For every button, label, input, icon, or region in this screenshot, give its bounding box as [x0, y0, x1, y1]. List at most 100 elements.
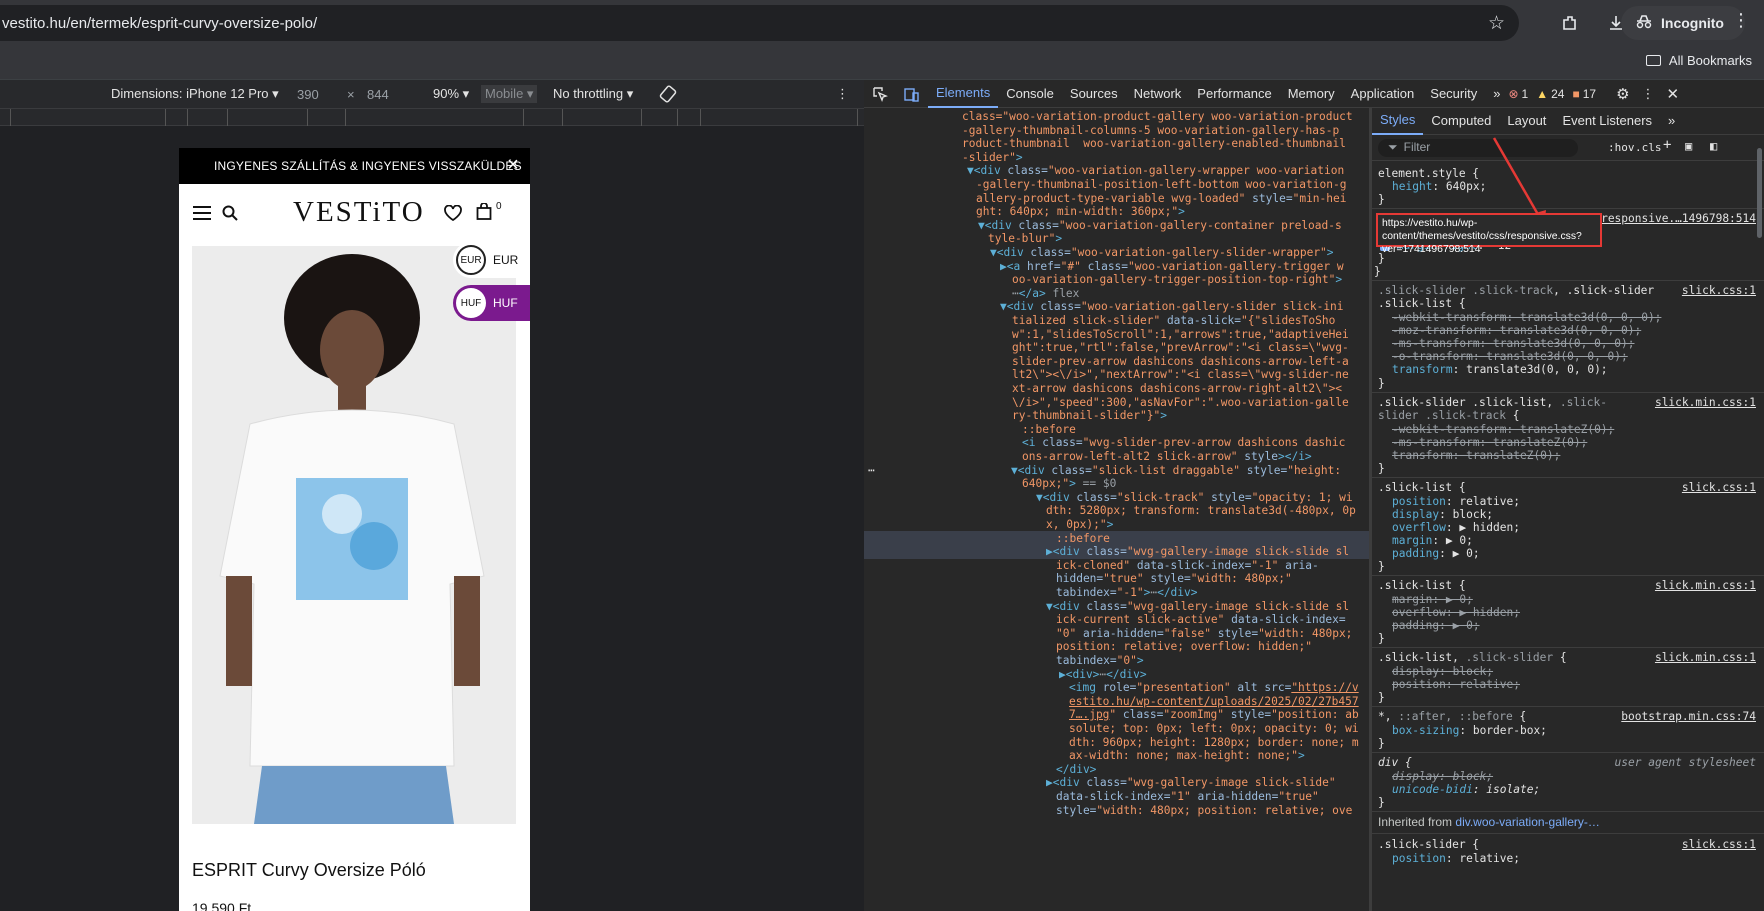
- issues-count[interactable]: ■ 17: [1572, 87, 1596, 101]
- css-declaration[interactable]: -webkit-transform: translate3d(0, 0, 0);: [1392, 311, 1661, 324]
- tab-console[interactable]: Console: [998, 80, 1062, 108]
- selected-node-ellipsis[interactable]: ⋯: [868, 464, 875, 478]
- dom-node-line[interactable]: roduct-thumbnail woo-variation-gallery-e…: [962, 137, 1346, 151]
- dom-node-line[interactable]: position: relative; overflow: hidden;": [1056, 640, 1312, 654]
- dom-node-line[interactable]: w":1,"slidesToScroll":1,"arrows":true,"a…: [1012, 328, 1349, 342]
- dom-node-line[interactable]: xt-arrow dashicons dashicons-arrow-right…: [1012, 382, 1342, 396]
- device-more-icon[interactable]: ⋮: [836, 86, 849, 102]
- height-input[interactable]: 844: [367, 87, 389, 102]
- more-styles-tabs-icon[interactable]: »: [1660, 108, 1683, 135]
- dom-node-line[interactable]: tabindex="0">: [1056, 654, 1144, 668]
- dom-node-line[interactable]: 640px;"> == $0: [1022, 477, 1116, 491]
- hov-toggle[interactable]: :hov: [1608, 141, 1635, 154]
- css-declaration[interactable]: transform: translateZ(0);: [1392, 449, 1560, 462]
- css-selector[interactable]: .slick-slider .slick-list, .slick-: [1378, 396, 1607, 409]
- dom-node-line[interactable]: oo-variation-gallery-trigger-position-to…: [1012, 273, 1342, 287]
- settings-gear-icon[interactable]: ⚙: [1616, 85, 1629, 103]
- dom-node-line[interactable]: ax-width: none; max-height: none;">: [1069, 749, 1305, 763]
- dom-node-line[interactable]: 7….jpg" class="zoomImg" style="position:…: [1069, 708, 1359, 722]
- dom-node-line[interactable]: <img role="presentation" alt src="https:…: [1069, 681, 1359, 695]
- extensions-icon[interactable]: [1557, 10, 1583, 36]
- css-selector[interactable]: .slick-slider .slick-track, .slick-slide…: [1378, 284, 1654, 297]
- css-declaration[interactable]: transform: translate3d(0, 0, 0);: [1392, 363, 1608, 376]
- currency-option-huf[interactable]: HUF HUF: [453, 285, 530, 321]
- dom-node-line[interactable]: class="woo-variation-product-gallery woo…: [962, 110, 1353, 124]
- dom-node-line[interactable]: <i class="wvg-slider-prev-arrow dashicon…: [1022, 436, 1345, 450]
- tab-memory[interactable]: Memory: [1280, 80, 1343, 108]
- dom-node-line[interactable]: ▼<div class="wvg-gallery-image slick-sli…: [1046, 600, 1349, 614]
- incognito-badge[interactable]: Incognito: [1621, 6, 1745, 40]
- dom-node-line[interactable]: ⋯</a> flex: [1012, 287, 1079, 301]
- css-declaration[interactable]: position: relative;: [1392, 495, 1520, 508]
- dom-node-line-selected[interactable]: ▼<div class="slick-list draggable" style…: [1011, 464, 1341, 478]
- css-selector[interactable]: .slick-list, .slick-slider {: [1378, 651, 1567, 664]
- dom-node-line[interactable]: solute; top: 0px; left: 0px; opacity: 0;…: [1069, 722, 1359, 736]
- dom-node-line[interactable]: slider-prev-arrow dashicons dashicons-ar…: [1012, 355, 1349, 369]
- dom-node-line[interactable]: \/i>","speed":300,"asNavFor":".woo-varia…: [1012, 396, 1349, 410]
- browser-menu-icon[interactable]: ⋮: [1732, 10, 1750, 31]
- new-rule-icon[interactable]: +: [1663, 138, 1671, 152]
- dom-node-line[interactable]: ght":true,"rtl":false,"prevArrow":"<i cl…: [1012, 341, 1349, 355]
- dom-node-line[interactable]: estito.hu/wp-content/uploads/2025/02/27b…: [1069, 695, 1359, 709]
- all-bookmarks-button[interactable]: All Bookmarks: [1645, 53, 1752, 68]
- inherited-selector[interactable]: div.woo-variation-gallery-…: [1455, 815, 1600, 829]
- source-link-bootstrap[interactable]: bootstrap.min.css:74: [1621, 710, 1756, 723]
- dom-node-line[interactable]: -gallery-thumbnail-columns-5 woo-variati…: [962, 124, 1339, 138]
- rotate-icon[interactable]: [659, 85, 677, 106]
- dom-node-line[interactable]: ick-cloned" data-slick-index="-1" aria-: [1056, 559, 1319, 573]
- dom-node-line[interactable]: ▶<div class="wvg-gallery-image slick-sli…: [1046, 545, 1349, 559]
- media-query-ruler[interactable]: [0, 108, 864, 126]
- cart-icon[interactable]: [476, 202, 492, 224]
- css-declaration[interactable]: overflow: ▶ hidden;: [1392, 606, 1520, 619]
- dom-node-line[interactable]: -gallery-thumbnail-position-left-bottom …: [976, 178, 1346, 192]
- tab-layout[interactable]: Layout: [1499, 108, 1554, 135]
- cls-toggle[interactable]: .cls: [1635, 141, 1662, 154]
- css-declaration[interactable]: padding: ▶ 0;: [1392, 619, 1480, 632]
- url-text[interactable]: vestito.hu/en/termek/esprit-curvy-oversi…: [2, 15, 317, 32]
- css-selector[interactable]: .slick-list {: [1378, 579, 1466, 592]
- mode-select[interactable]: Mobile ▾: [481, 85, 538, 103]
- css-declaration[interactable]: margin: ▶ 0;: [1392, 534, 1473, 547]
- styles-scrollbar[interactable]: [1757, 148, 1762, 238]
- dom-node-line[interactable]: tyle-blur">: [988, 232, 1062, 246]
- dom-node-line[interactable]: ▼<div class="woo-variation-gallery-slide…: [990, 246, 1334, 260]
- dom-node-line[interactable]: ::before: [1056, 532, 1110, 546]
- css-selector[interactable]: .slick-list {: [1378, 297, 1466, 310]
- dom-node-line[interactable]: ry-thumbnail-slider"}">: [1012, 409, 1167, 423]
- tab-network[interactable]: Network: [1126, 80, 1190, 108]
- dom-node-line[interactable]: data-slick-index="1" aria-hidden="true": [1056, 790, 1319, 804]
- css-selector[interactable]: *, ::after, ::before {: [1378, 710, 1526, 723]
- css-declaration[interactable]: -moz-transform: translate3d(0, 0, 0);: [1392, 324, 1641, 337]
- dom-node-line[interactable]: style="width: 480px; position: relative;…: [1056, 804, 1352, 818]
- source-link-slick[interactable]: slick.css:1: [1682, 481, 1756, 494]
- tab-elements[interactable]: Elements: [928, 80, 999, 108]
- css-selector[interactable]: div {: [1378, 756, 1412, 769]
- css-declaration[interactable]: -o-transform: translate3d(0, 0, 0);: [1392, 350, 1628, 363]
- dom-node-line[interactable]: ::before: [1022, 423, 1076, 437]
- css-declaration[interactable]: display: block;: [1392, 508, 1493, 521]
- css-selector[interactable]: .slick-list {: [1378, 481, 1466, 494]
- dom-node-line[interactable]: </div>: [1056, 763, 1096, 777]
- dom-node-line[interactable]: ick-current slick-active" data-slick-ind…: [1056, 613, 1346, 627]
- tab-sources[interactable]: Sources: [1062, 80, 1126, 108]
- css-declaration[interactable]: overflow: ▶ hidden;: [1392, 521, 1520, 534]
- dom-node-line[interactable]: "0" aria-hidden="false" style="width: 48…: [1056, 627, 1352, 641]
- css-declaration[interactable]: height: 640px;: [1392, 180, 1486, 193]
- css-declaration[interactable]: display: block;: [1392, 665, 1493, 678]
- source-link-slick[interactable]: slick.css:1: [1682, 838, 1756, 851]
- device-toggle-icon[interactable]: [896, 80, 928, 108]
- dom-node-line[interactable]: lt2\"><\/i>","nextArrow":"<i class=\"wvg…: [1012, 368, 1349, 382]
- tab-performance[interactable]: Performance: [1189, 80, 1279, 108]
- source-link-slick-min[interactable]: slick.min.css:1: [1655, 651, 1756, 664]
- css-declaration[interactable]: box-sizing: border-box;: [1392, 724, 1547, 737]
- css-declaration[interactable]: unicode-bidi: isolate;: [1392, 783, 1540, 796]
- dom-node-line[interactable]: dth: 5280px; transform: translate3d(-480…: [1046, 504, 1356, 518]
- tab-application[interactable]: Application: [1343, 80, 1423, 108]
- paint-icon[interactable]: ▣: [1685, 139, 1692, 153]
- inspect-element-icon[interactable]: [864, 80, 896, 108]
- dom-node-line[interactable]: ▶<div>⋯</div>: [1059, 668, 1147, 682]
- dom-node-line[interactable]: ▼<div class="woo-variation-gallery-wrapp…: [967, 164, 1344, 178]
- tab-computed[interactable]: Computed: [1423, 108, 1499, 135]
- css-declaration[interactable]: position: relative;: [1392, 678, 1520, 691]
- tab-styles[interactable]: Styles: [1372, 108, 1424, 135]
